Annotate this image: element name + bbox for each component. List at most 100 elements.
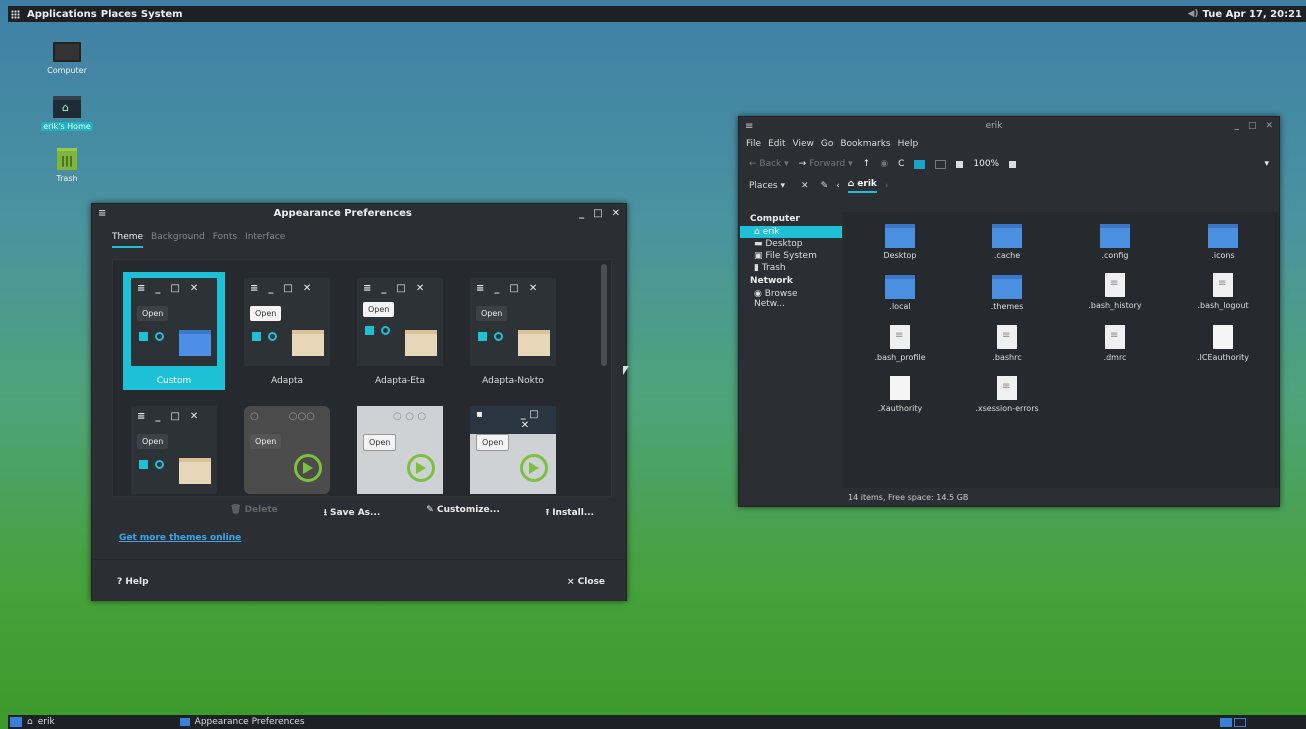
mint-logo-icon bbox=[407, 454, 435, 482]
file-item[interactable]: .dmrc bbox=[1060, 325, 1170, 362]
theme-adapta[interactable]: ≡ _ □ ✕ Open Adapta bbox=[236, 272, 338, 390]
preview-open-button: Open bbox=[476, 306, 508, 321]
theme-adapta-nokto[interactable]: ≡ _ □ ✕ Open Adapta-Nokto bbox=[462, 272, 564, 390]
menu-edit[interactable]: Edit bbox=[768, 139, 785, 149]
sidebar-item-browse-network[interactable]: ◉ Browse Netw... bbox=[740, 288, 842, 310]
menu-file[interactable]: File bbox=[746, 139, 761, 149]
file-item[interactable]: .icons bbox=[1168, 224, 1278, 260]
file-name: .config bbox=[1101, 251, 1129, 260]
tab-interface[interactable]: Interface bbox=[245, 232, 285, 248]
minimize-icon[interactable]: _ bbox=[579, 208, 584, 219]
install-button[interactable]: ⭱ Install... bbox=[546, 505, 594, 521]
help-button[interactable]: ? Help bbox=[117, 577, 149, 587]
theme-name: Custom bbox=[156, 376, 192, 386]
sidebar-item-desktop[interactable]: ▬ Desktop bbox=[740, 238, 842, 250]
maximize-icon[interactable]: □ bbox=[593, 208, 602, 219]
minimize-icon[interactable]: _ bbox=[1234, 121, 1239, 131]
tab-fonts[interactable]: Fonts bbox=[213, 232, 237, 248]
file-item[interactable]: .cache bbox=[952, 224, 1062, 260]
customize-button[interactable]: ✎ Customize... bbox=[426, 505, 500, 521]
breadcrumb[interactable]: ⌂ erik bbox=[847, 179, 877, 193]
file-item[interactable]: .bash_profile bbox=[845, 325, 955, 362]
workspace-switcher[interactable] bbox=[1220, 717, 1246, 727]
desktop-icon-home[interactable]: erik's Home bbox=[37, 96, 97, 131]
file-item[interactable]: .bash_history bbox=[1060, 273, 1170, 310]
trash-icon bbox=[57, 148, 77, 170]
zoom-level: 100% bbox=[973, 159, 1000, 169]
titlebar[interactable]: ≡ erik _ □ ✕ bbox=[739, 117, 1279, 135]
theme-thumb[interactable]: ○ ○ ○ Open bbox=[349, 400, 451, 518]
volume-icon[interactable]: ◀) bbox=[1188, 9, 1199, 19]
save-as-button[interactable]: ⭳ Save As... bbox=[324, 505, 381, 521]
close-sidebar-icon[interactable]: ✕ bbox=[801, 181, 809, 191]
file-item[interactable]: .themes bbox=[952, 275, 1062, 311]
reload-icon[interactable]: C bbox=[898, 159, 904, 169]
workspace-1[interactable] bbox=[1220, 717, 1232, 727]
workspace-2[interactable] bbox=[1234, 717, 1246, 727]
sidebar-item-erik[interactable]: ⌂ erik bbox=[740, 226, 842, 238]
titlebar[interactable]: ≡ Appearance Preferences _ □ ✕ bbox=[92, 204, 626, 222]
desktop-icon-trash[interactable]: Trash bbox=[37, 148, 97, 183]
window-menu-icon[interactable]: ≡ bbox=[98, 208, 106, 219]
appearance-app-icon bbox=[179, 718, 190, 726]
theme-thumb[interactable]: ▪ _ □ ✕ Open bbox=[462, 400, 564, 518]
sidebar-item-file-system[interactable]: ▣ File System bbox=[740, 250, 842, 262]
theme-adapta-eta[interactable]: ≡ _ □ ✕ Open Adapta-Eta bbox=[349, 272, 451, 390]
sidebar-item-trash[interactable]: ▮ Trash bbox=[740, 262, 842, 274]
menu-go[interactable]: Go bbox=[821, 139, 833, 149]
file-item[interactable]: .xsession-errors bbox=[952, 376, 1062, 413]
back-button[interactable]: ← Back ▾ bbox=[749, 159, 789, 169]
chevron-down-icon[interactable]: ▾ bbox=[1264, 159, 1269, 169]
file-item[interactable]: .config bbox=[1060, 224, 1170, 260]
edit-path-icon[interactable]: ✎ bbox=[821, 181, 829, 191]
zoom-in-icon[interactable] bbox=[1009, 160, 1017, 168]
apps-grid-icon[interactable] bbox=[11, 9, 20, 19]
desktop-icon-label: Computer bbox=[47, 66, 87, 75]
stop-icon[interactable]: ◉ bbox=[880, 159, 888, 169]
file-item[interactable]: .bash_logout bbox=[1168, 273, 1278, 310]
maximize-icon[interactable]: □ bbox=[1248, 121, 1257, 131]
tab-background[interactable]: Background bbox=[151, 232, 205, 248]
home-icon[interactable] bbox=[914, 159, 926, 169]
file-item[interactable]: .ICEauthority bbox=[1168, 325, 1278, 362]
file-item[interactable]: .local bbox=[845, 275, 955, 311]
chevron-right-icon[interactable]: › bbox=[885, 181, 889, 191]
desktop-icon-computer[interactable]: Computer bbox=[37, 42, 97, 75]
file-item[interactable]: .bashrc bbox=[952, 325, 1062, 362]
delete-button[interactable]: 🗑 Delete bbox=[230, 505, 278, 521]
close-button[interactable]: × Close bbox=[567, 577, 605, 587]
theme-thumb[interactable]: ○ ○○○ Open bbox=[236, 400, 338, 518]
taskbar-item-appearance[interactable]: Appearance Preferences bbox=[179, 717, 305, 727]
theme-custom[interactable]: ≡ _ □ ✕ Open Custom bbox=[123, 272, 225, 390]
places-dropdown[interactable]: Places ▾ bbox=[749, 181, 785, 191]
applications-menu[interactable]: Applications bbox=[27, 9, 97, 20]
places-menu[interactable]: Places bbox=[101, 9, 137, 20]
desktop-icon-label: Trash bbox=[56, 174, 78, 183]
folder-icon bbox=[885, 224, 915, 248]
up-arrow-icon[interactable]: ↑ bbox=[863, 159, 871, 169]
window-menu-icon[interactable]: ≡ bbox=[745, 121, 753, 132]
menu-view[interactable]: View bbox=[793, 139, 814, 149]
preview-radio bbox=[268, 332, 277, 341]
chevron-left-icon[interactable]: ‹ bbox=[836, 181, 840, 191]
show-desktop-icon[interactable] bbox=[10, 717, 22, 727]
zoom-out-icon[interactable] bbox=[956, 160, 964, 168]
menu-help[interactable]: Help bbox=[898, 139, 919, 149]
clock[interactable]: Tue Apr 17, 20:21 bbox=[1203, 9, 1302, 20]
computer-icon[interactable] bbox=[935, 159, 947, 169]
get-more-themes-link[interactable]: Get more themes online bbox=[119, 533, 241, 543]
file-item[interactable]: Desktop bbox=[845, 224, 955, 260]
close-icon[interactable]: ✕ bbox=[612, 208, 620, 219]
forward-button[interactable]: → Forward ▾ bbox=[799, 159, 853, 169]
scrollbar[interactable] bbox=[601, 264, 607, 366]
tab-theme[interactable]: Theme bbox=[112, 232, 144, 248]
system-menu[interactable]: System bbox=[141, 9, 183, 20]
file-item[interactable]: .Xauthority bbox=[845, 376, 955, 413]
preview-open-button: Open bbox=[250, 434, 282, 449]
theme-thumb[interactable]: ≡ _ □ ✕ Open bbox=[123, 400, 225, 518]
taskbar-item-erik[interactable]: ⌂ erik bbox=[27, 717, 55, 727]
file-name: .local bbox=[889, 302, 911, 311]
theme-preview: ≡ _ □ ✕ Open bbox=[131, 406, 217, 494]
close-icon[interactable]: ✕ bbox=[1265, 121, 1273, 131]
menu-bookmarks[interactable]: Bookmarks bbox=[840, 139, 890, 149]
